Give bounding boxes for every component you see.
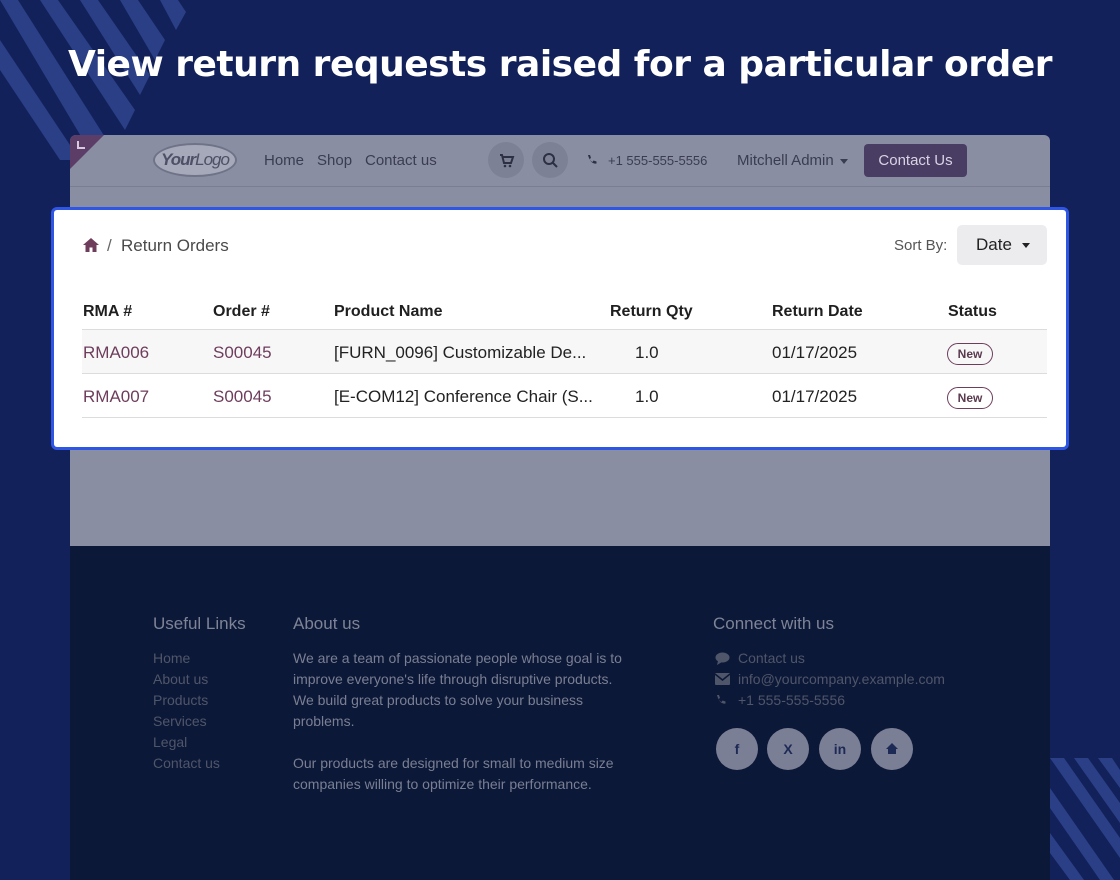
footer-link-home[interactable]: Home (153, 650, 190, 666)
site-footer: Useful Links Home About us Products Serv… (70, 546, 1050, 880)
column-header-order: Order # (213, 303, 270, 320)
decorative-stripes-bottom-right (1050, 758, 1120, 880)
user-menu[interactable]: Mitchell Admin (737, 152, 848, 169)
footer-link-about[interactable]: About us (153, 671, 208, 687)
row-2-rma-link[interactable]: RMA007 (83, 387, 149, 407)
home-icon[interactable] (83, 238, 99, 252)
row-1-rma-link[interactable]: RMA006 (83, 343, 149, 363)
footer-phone-link[interactable]: +1 555-555-5556 (738, 692, 845, 708)
footer-link-services[interactable]: Services (153, 713, 207, 729)
user-name: Mitchell Admin (737, 152, 834, 169)
corner-icon (77, 141, 85, 149)
sort-dropdown[interactable]: Date (957, 225, 1047, 265)
navbar-divider (70, 186, 1050, 187)
company-logo[interactable]: YourLogo (153, 143, 237, 177)
linkedin-button[interactable]: in (819, 728, 861, 770)
table-bottom-divider (82, 417, 1047, 418)
footer-about-paragraph-1: We are a team of passionate people whose… (293, 650, 622, 729)
footer-contact-link[interactable]: Contact us (738, 650, 805, 666)
editor-corner-badge[interactable] (70, 135, 104, 169)
footer-connect-title: Connect with us (713, 614, 834, 633)
nav-phone[interactable]: +1 555-555-5556 (608, 153, 707, 168)
cart-button[interactable] (488, 142, 524, 178)
comment-icon (715, 652, 730, 665)
column-header-return-qty: Return Qty (610, 303, 693, 320)
facebook-button[interactable]: f (716, 728, 758, 770)
footer-link-legal[interactable]: Legal (153, 734, 187, 750)
footer-email-link[interactable]: info@yourcompany.example.com (738, 671, 945, 687)
phone-icon (717, 695, 726, 704)
column-header-product: Product Name (334, 303, 443, 320)
row-1-qty: 1.0 (635, 343, 659, 362)
breadcrumb-separator: / (107, 236, 112, 255)
column-header-rma: RMA # (83, 303, 133, 320)
linkedin-icon: in (833, 741, 847, 757)
logo-text-bold: Your (161, 150, 196, 169)
cart-icon (500, 154, 515, 168)
row-2-date: 01/17/2025 (772, 387, 858, 406)
row-2-order-link[interactable]: S00045 (213, 387, 272, 407)
breadcrumb-current: Return Orders (121, 236, 229, 255)
row-1-product: [FURN_0096] Customizable De... (334, 343, 587, 362)
row-2-status-badge: New (947, 387, 993, 409)
search-icon (543, 153, 558, 168)
row-1-date: 01/17/2025 (772, 343, 858, 362)
nav-home[interactable]: Home (264, 152, 304, 169)
envelope-icon (715, 673, 730, 685)
logo-text: Logo (195, 150, 230, 169)
phone-icon (588, 155, 597, 164)
contact-us-button[interactable]: Contact Us (864, 144, 967, 177)
table-row-divider (82, 373, 1047, 374)
row-2-qty: 1.0 (635, 387, 659, 406)
sort-value: Date (976, 235, 1012, 254)
row-1-status-badge: New (947, 343, 993, 365)
sort-label: Sort By: (894, 237, 948, 254)
column-header-status: Status (948, 303, 997, 320)
footer-link-products[interactable]: Products (153, 692, 208, 708)
row-1-order-link[interactable]: S00045 (213, 343, 272, 363)
website-home-button[interactable] (871, 728, 913, 770)
x-icon: X (783, 741, 793, 757)
nav-shop[interactable]: Shop (317, 152, 352, 169)
search-button[interactable] (532, 142, 568, 178)
column-header-return-date: Return Date (772, 303, 863, 320)
chevron-down-icon (1021, 243, 1030, 249)
footer-link-contact[interactable]: Contact us (153, 755, 220, 771)
facebook-icon: f (734, 741, 740, 757)
chevron-down-icon (839, 158, 848, 164)
home-icon (886, 743, 898, 754)
nav-contact-us[interactable]: Contact us (365, 152, 437, 169)
x-twitter-button[interactable]: X (767, 728, 809, 770)
return-orders-card: / Return Orders Sort By: Date RMA # Orde… (51, 207, 1069, 450)
footer-about-paragraph-2: Our products are designed for small to m… (293, 755, 614, 792)
footer-about-title: About us (293, 614, 361, 633)
page-headline: View return requests raised for a partic… (67, 44, 1053, 85)
footer-useful-links-title: Useful Links (153, 614, 246, 633)
row-2-product: [E-COM12] Conference Chair (S... (334, 387, 593, 406)
